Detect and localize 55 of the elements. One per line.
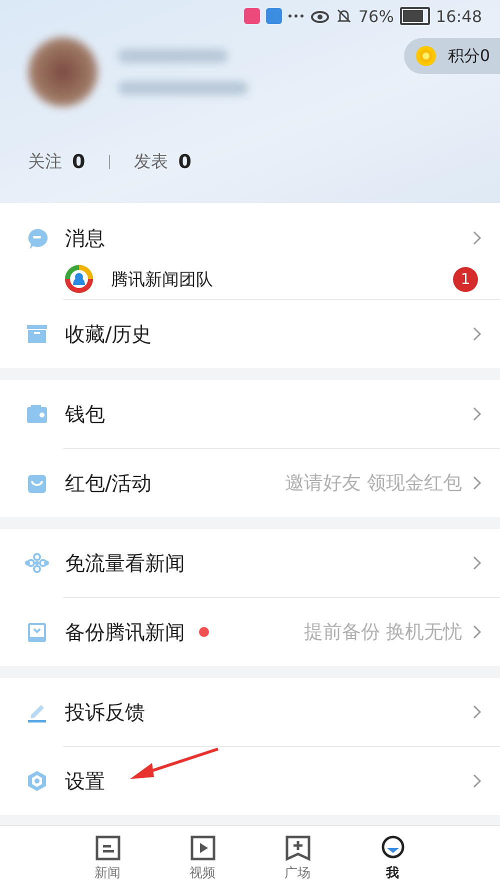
menu-row[interactable]: 免流量看新闻: [0, 529, 500, 597]
tab[interactable]: 视频: [184, 826, 220, 889]
chevron-icon: [472, 555, 482, 571]
chevron-icon: [472, 406, 482, 422]
chevron-icon: [472, 704, 482, 720]
stat-value: 0: [72, 150, 86, 172]
coin-icon: [416, 46, 436, 66]
menu-label: 免流量看新闻: [65, 550, 185, 576]
menu-label: 收藏/历史: [65, 320, 152, 348]
menu-row[interactable]: 钱包: [0, 380, 500, 448]
menu-label: 消息: [65, 224, 105, 252]
plus-icon: [284, 834, 312, 862]
menu-row[interactable]: 投诉反馈: [0, 678, 500, 746]
logo-icon: [63, 263, 95, 295]
menu-hint: 邀请好友 领现金红包: [284, 471, 462, 496]
stat-value: 0: [178, 150, 192, 172]
menu-label: 钱包: [65, 400, 105, 428]
wallet-icon: [25, 402, 49, 426]
tab[interactable]: 新闻: [90, 826, 126, 889]
chevron-icon: [472, 624, 482, 640]
menu-label: 备份腾讯新闻: [65, 618, 185, 646]
stat-label[interactable]: 发表: [134, 150, 168, 173]
backup-icon: [25, 620, 49, 644]
menu-label: 投诉反馈: [65, 698, 145, 726]
news-icon: [94, 834, 122, 862]
menu-row[interactable]: 红包/活动 邀请好友 领现金红包: [0, 449, 500, 517]
archive-icon: [25, 322, 49, 346]
sender-name: 腾讯新闻团队: [111, 268, 213, 290]
clock: 16:48: [436, 6, 482, 26]
menu-label: 红包/活动: [65, 470, 152, 496]
robot-icon: [266, 8, 282, 24]
chevron-icon: [472, 475, 482, 491]
avatar[interactable]: [28, 37, 98, 107]
menu-row[interactable]: 收藏/历史: [0, 300, 500, 368]
battery-icon: [400, 7, 430, 25]
battery-percent: 76%: [358, 6, 394, 26]
play-icon: [188, 834, 216, 862]
app-icon: [244, 8, 260, 24]
menu-hint: 提前备份 换机无忧: [304, 620, 462, 645]
flower-icon: [25, 551, 49, 575]
points-button[interactable]: 积分0: [404, 38, 500, 74]
tab[interactable]: 广场: [280, 826, 316, 889]
tab[interactable]: 我: [374, 826, 410, 889]
chevron-icon: [472, 230, 482, 246]
menu-label: 设置: [65, 768, 105, 794]
stat-label[interactable]: 关注: [28, 150, 62, 173]
points-label: 积分0: [448, 46, 490, 66]
menu-row[interactable]: 备份腾讯新闻 提前备份 换机无忧: [0, 598, 500, 666]
chevron-icon: [472, 773, 482, 789]
bell-off-icon: [336, 8, 352, 24]
unread-badge: 1: [453, 266, 478, 292]
hexagon-icon: [25, 769, 49, 793]
chevron-icon: [472, 326, 482, 342]
more-icon: [288, 13, 304, 19]
eye-icon: [310, 9, 330, 23]
